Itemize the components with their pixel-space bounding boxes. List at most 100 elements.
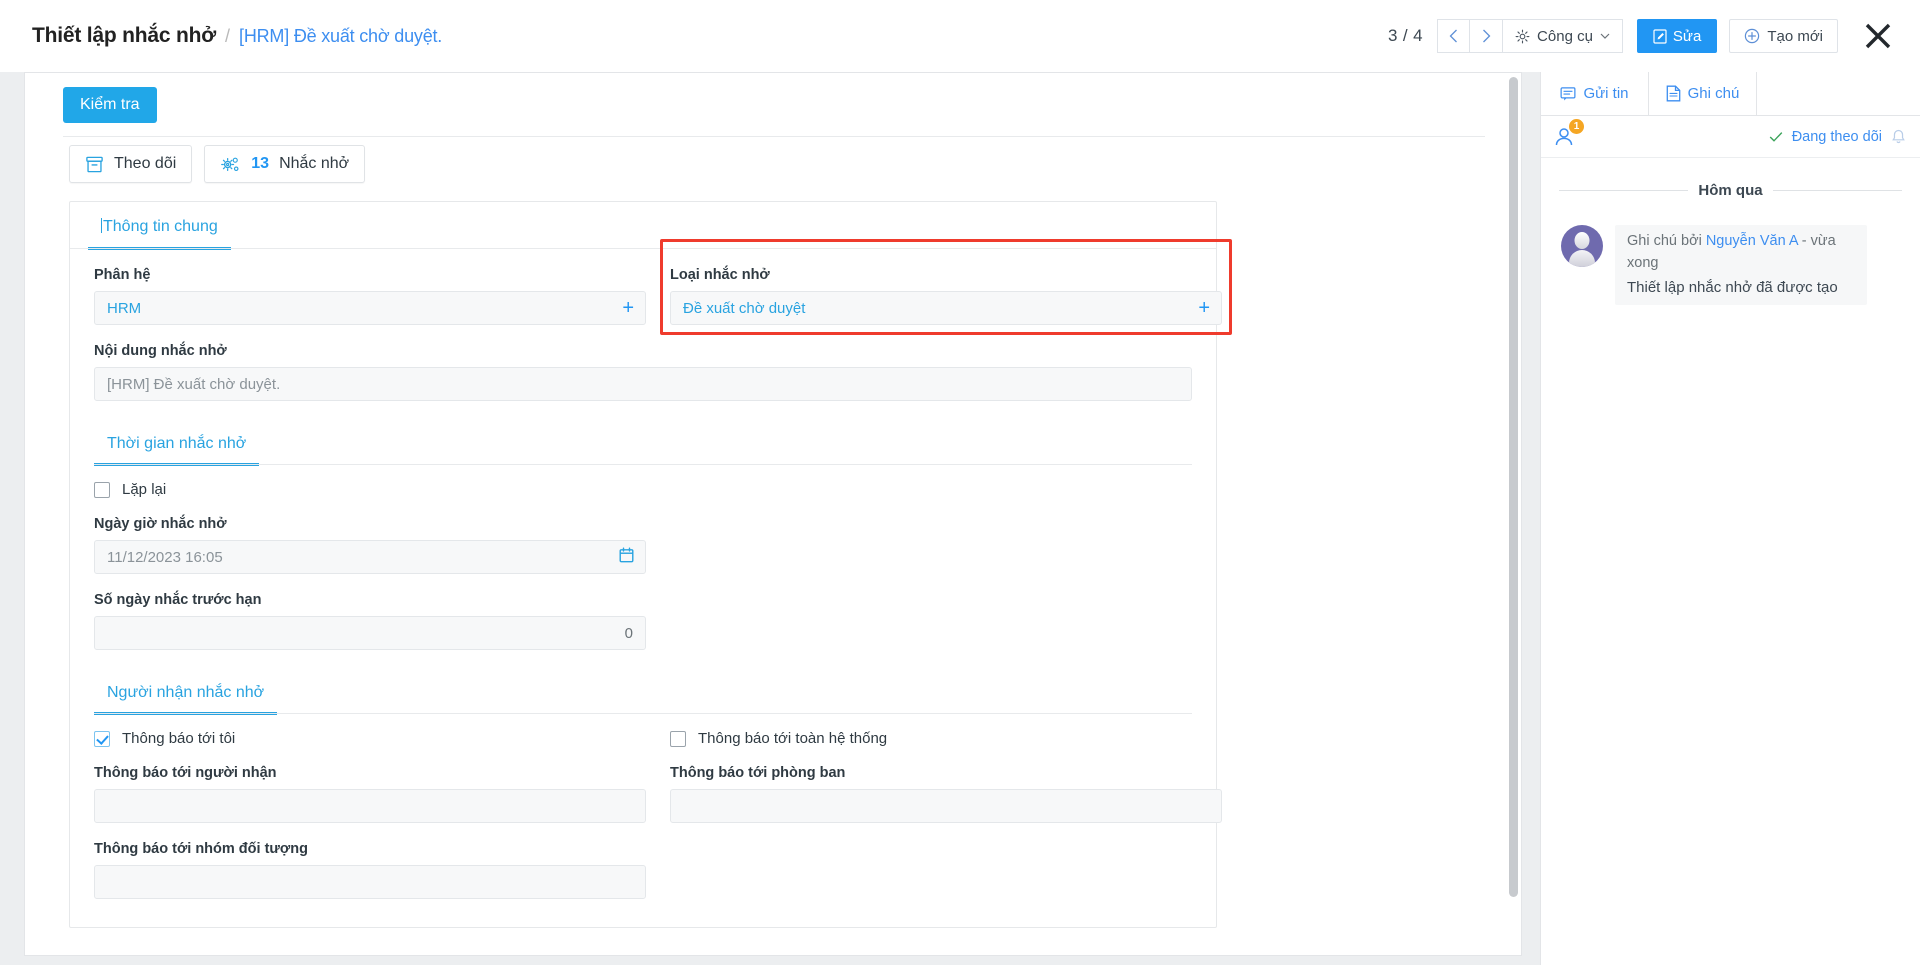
check-icon — [1769, 131, 1783, 142]
create-new-button[interactable]: Tạo mới — [1729, 19, 1838, 53]
panel-scrollbar[interactable] — [1509, 77, 1518, 897]
follow-chip[interactable]: Theo dõi — [69, 145, 193, 183]
divider-line-right — [1772, 190, 1903, 191]
close-button[interactable] — [1860, 18, 1896, 54]
reminder-chip-label: Nhắc nhở — [279, 155, 350, 172]
tab-general-info-label: Thông tin chung — [103, 218, 218, 235]
field-content: Nội dung nhắc nhở [HRM] Đề xuất chờ duyệ… — [70, 343, 1216, 401]
recipients-fields-grid: Thông báo tới tôi Thông báo tới người nh… — [70, 714, 1222, 899]
archive-box-icon — [86, 156, 103, 172]
plus-circle-icon — [1745, 28, 1760, 44]
repeat-checkbox[interactable] — [94, 481, 110, 498]
right-column: Loại nhắc nhở Đề xuất chờ duyệt + — [658, 239, 1234, 335]
activity-note-item: Ghi chú bởi Nguyễn Văn A - vừa xong Thiế… — [1541, 199, 1920, 305]
reminder-count: 13 — [251, 155, 270, 172]
repeat-checkbox-row[interactable]: Lặp lại — [94, 481, 646, 498]
notify-me-label-text: Thông báo tới tôi — [122, 730, 236, 747]
tab-send-message-label: Gửi tin — [1583, 85, 1629, 102]
bell-icon[interactable] — [1891, 129, 1906, 145]
breadcrumb-separator: / — [225, 26, 231, 46]
field-notify-group: Thông báo tới nhóm đối tượng — [94, 841, 646, 899]
note-text: Thiết lập nhắc nhở đã được tạo — [1627, 278, 1838, 296]
notify-me-checkbox-label[interactable]: Thông báo tới tôi — [94, 730, 646, 747]
note-body: Ghi chú bởi Nguyễn Văn A - vừa xong Thiế… — [1615, 225, 1867, 305]
day-divider-label: Hôm qua — [1698, 182, 1763, 199]
day-divider: Hôm qua — [1541, 158, 1920, 199]
follower-avatar-group[interactable]: 1 — [1553, 118, 1584, 150]
tools-dropdown-button[interactable]: Công cụ — [1503, 19, 1623, 53]
repeat-label-text: Lặp lại — [122, 481, 167, 498]
notify-person-input[interactable] — [94, 789, 646, 823]
datetime-label: Ngày giờ nhắc nhở — [94, 516, 227, 532]
card-tabbar: Thông tin chung — [70, 202, 1216, 250]
check-button[interactable]: Kiểm tra — [63, 87, 157, 123]
chevron-right-icon — [1482, 29, 1490, 43]
tab-recipients[interactable]: Người nhận nhắc nhở — [94, 676, 278, 715]
days-before-label: Số ngày nhắc trước hạn — [94, 592, 262, 608]
datetime-input[interactable]: 11/12/2023 16:05 — [94, 540, 646, 574]
time-section-tabbar: Thời gian nhắc nhở — [94, 427, 1192, 466]
edit-button[interactable]: Sửa — [1636, 19, 1718, 53]
tab-reminder-time[interactable]: Thời gian nhắc nhở — [94, 427, 260, 466]
subsystem-input[interactable]: HRM + — [94, 291, 646, 325]
app-header: Thiết lập nhắc nhở / [HRM] Đề xuất chờ d… — [0, 0, 1920, 72]
workspace: Kiểm tra Theo dõi 13 Nhắc nhở Thông tin … — [0, 72, 1920, 965]
notify-all-checkbox-label[interactable]: Thông báo tới toàn hệ thống — [670, 730, 1222, 747]
page-title: Thiết lập nhắc nhở — [32, 24, 217, 47]
time-left-column: Lặp lại Ngày giờ nhắc nhở 11/12/2023 16:… — [82, 465, 658, 650]
next-record-button[interactable] — [1470, 19, 1504, 53]
activity-sidebar: Gửi tin Ghi chú 1 Đang theo dõi Hôm qua … — [1540, 72, 1920, 965]
following-status[interactable]: Đang theo dõi — [1769, 129, 1906, 145]
reminder-type-label: Loại nhắc nhở — [670, 267, 770, 283]
notify-all-row[interactable]: Thông báo tới toàn hệ thống — [670, 730, 1222, 747]
field-notify-dept: Thông báo tới phòng ban — [670, 765, 1222, 823]
notify-person-label: Thông báo tới người nhận — [94, 765, 277, 781]
record-detail-panel: Kiểm tra Theo dõi 13 Nhắc nhở Thông tin … — [24, 72, 1522, 956]
reminder-type-input[interactable]: Đề xuất chờ duyệt + — [670, 291, 1222, 325]
sidebar-tabbar: Gửi tin Ghi chú — [1541, 72, 1920, 116]
calendar-icon[interactable] — [619, 547, 634, 567]
tools-label: Công cụ — [1537, 27, 1593, 45]
days-before-input[interactable]: 0 — [94, 616, 646, 650]
notify-all-checkbox[interactable] — [670, 730, 686, 747]
tab-note[interactable]: Ghi chú — [1649, 72, 1757, 115]
field-reminder-type: Loại nhắc nhở Đề xuất chờ duyệt + — [660, 239, 1232, 335]
time-fields-grid: Lặp lại Ngày giờ nhắc nhở 11/12/2023 16:… — [70, 465, 1216, 650]
chevron-down-icon — [1600, 33, 1610, 39]
check-action-row: Kiểm tra — [25, 73, 1500, 123]
notify-me-checkbox[interactable] — [94, 730, 110, 747]
sidebar-tab-filler — [1757, 72, 1920, 115]
status-chip-row: Theo dõi 13 Nhắc nhở — [25, 123, 1500, 183]
follower-count-badge: 1 — [1569, 118, 1584, 134]
header-toolbar: 3 / 4 Công cụ Sửa Tạo mới — [1388, 18, 1920, 54]
field-notify-person: Thông báo tới người nhận — [94, 765, 646, 823]
notify-dept-input[interactable] — [670, 789, 1222, 823]
note-prefix: Ghi chú bởi — [1627, 233, 1702, 249]
gear-icon — [1515, 29, 1530, 43]
repeat-checkbox-label[interactable]: Lặp lại — [94, 481, 646, 498]
tab-send-message[interactable]: Gửi tin — [1541, 72, 1649, 115]
notify-me-row[interactable]: Thông báo tới tôi — [94, 730, 646, 747]
prev-record-button[interactable] — [1437, 19, 1471, 53]
content-input[interactable]: [HRM] Đề xuất chờ duyệt. — [94, 367, 1192, 401]
tab-general-info[interactable]: Thông tin chung — [88, 202, 231, 250]
reminder-chip[interactable]: 13 Nhắc nhở — [204, 145, 366, 183]
record-pager-count: 3 / 4 — [1387, 26, 1424, 45]
recipients-section-tabbar: Người nhận nhắc nhở — [94, 676, 1192, 715]
time-right-column — [658, 465, 1234, 650]
following-label: Đang theo dõi — [1791, 128, 1882, 145]
gears-icon — [221, 157, 239, 171]
field-datetime: Ngày giờ nhắc nhở 11/12/2023 16:05 — [94, 516, 646, 574]
breadcrumb-record-link[interactable]: [HRM] Đề xuất chờ duyệt. — [239, 26, 442, 47]
reminder-type-add-icon[interactable]: + — [1198, 298, 1210, 318]
subsystem-add-icon[interactable]: + — [622, 298, 634, 318]
note-author[interactable]: Nguyễn Văn A — [1706, 233, 1798, 249]
notify-group-input[interactable] — [94, 865, 646, 899]
content-label: Nội dung nhắc nhở — [94, 343, 227, 359]
avatar — [1561, 225, 1603, 267]
text-caret — [101, 218, 102, 233]
edit-document-icon — [1653, 28, 1667, 44]
datetime-value: 11/12/2023 16:05 — [107, 548, 223, 566]
edit-label: Sửa — [1672, 27, 1702, 45]
followers-row: 1 Đang theo dõi — [1541, 116, 1920, 158]
